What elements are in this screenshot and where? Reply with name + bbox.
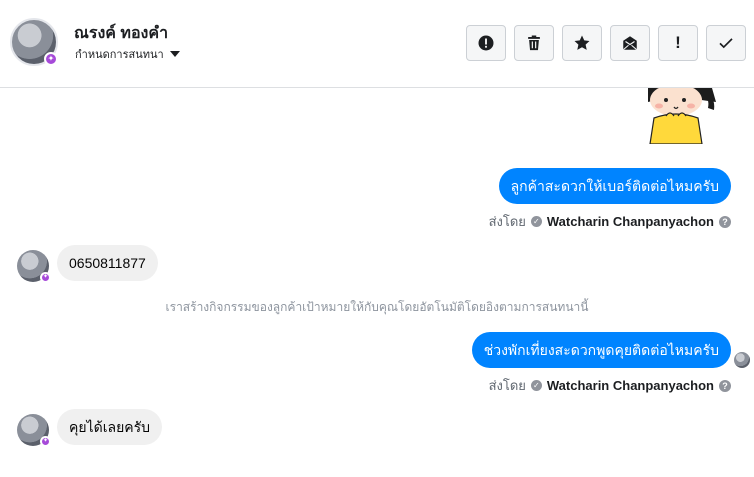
sent-by-line: ส่งโดย ✓ Watcharin Chanpanyachon ? (489, 375, 731, 396)
incoming-message[interactable]: 0650811877 (57, 245, 158, 281)
contact-name[interactable]: ณรงค์ ทองคำ (74, 21, 168, 46)
outgoing-message[interactable]: ช่วงพักเที่ยงสะดวกพูดคุยติดต่อไหมครับ (471, 332, 731, 368)
sticker-image (640, 88, 720, 144)
contact-avatar[interactable]: ✦ (10, 18, 58, 66)
outgoing-message[interactable]: ลูกค้าสะดวกให้เบอร์ติดต่อไหมครับ (498, 168, 731, 204)
conversation-toolbar: ! (466, 25, 746, 61)
system-notice: เราสร้างกิจกรรมของลูกค้าเป้าหมายให้กับคุ… (165, 300, 589, 314)
contact-avatar-small[interactable]: ✦ (17, 414, 51, 447)
sent-by-label: ส่งโดย (488, 378, 526, 393)
sender-name[interactable]: Watcharin Chanpanyachon (547, 214, 714, 229)
exclamation-icon: ! (675, 33, 681, 52)
alert-circle-icon (478, 35, 494, 51)
caret-down-icon (169, 51, 180, 57)
checkmark-icon (719, 38, 733, 49)
done-button[interactable] (706, 25, 746, 61)
messenger-badge-icon: ✦ (44, 52, 58, 66)
delete-button[interactable] (514, 25, 554, 61)
sent-by-line: ส่งโดย ✓ Watcharin Chanpanyachon ? (489, 211, 731, 232)
schedule-dropdown-label: กำหนดการสนทนา (75, 49, 164, 61)
messenger-badge-icon: ✦ (40, 436, 51, 447)
envelope-open-icon (622, 36, 638, 51)
seen-receipt-avatar (734, 352, 750, 368)
star-icon (574, 35, 590, 50)
priority-button[interactable]: ! (658, 25, 698, 61)
incoming-message[interactable]: คุยได้เลยครับ (57, 409, 163, 445)
sent-by-label: ส่งโดย (488, 214, 526, 229)
contact-avatar-small[interactable]: ✦ (17, 250, 51, 283)
sender-name[interactable]: Watcharin Chanpanyachon (547, 378, 714, 393)
trash-icon (528, 35, 540, 51)
mark-unread-button[interactable] (610, 25, 650, 61)
messenger-badge-icon: ✦ (40, 272, 51, 283)
help-icon[interactable]: ? (719, 379, 731, 392)
schedule-dropdown[interactable]: กำหนดการสนทนา (75, 45, 180, 63)
verified-check-icon: ✓ (530, 380, 542, 391)
verified-check-icon: ✓ (530, 216, 542, 227)
report-button[interactable] (466, 25, 506, 61)
conversation-header: ✦ ณรงค์ ทองคำ กำหนดการสนทนา ! (0, 0, 754, 88)
help-icon[interactable]: ? (719, 215, 731, 228)
star-button[interactable] (562, 25, 602, 61)
